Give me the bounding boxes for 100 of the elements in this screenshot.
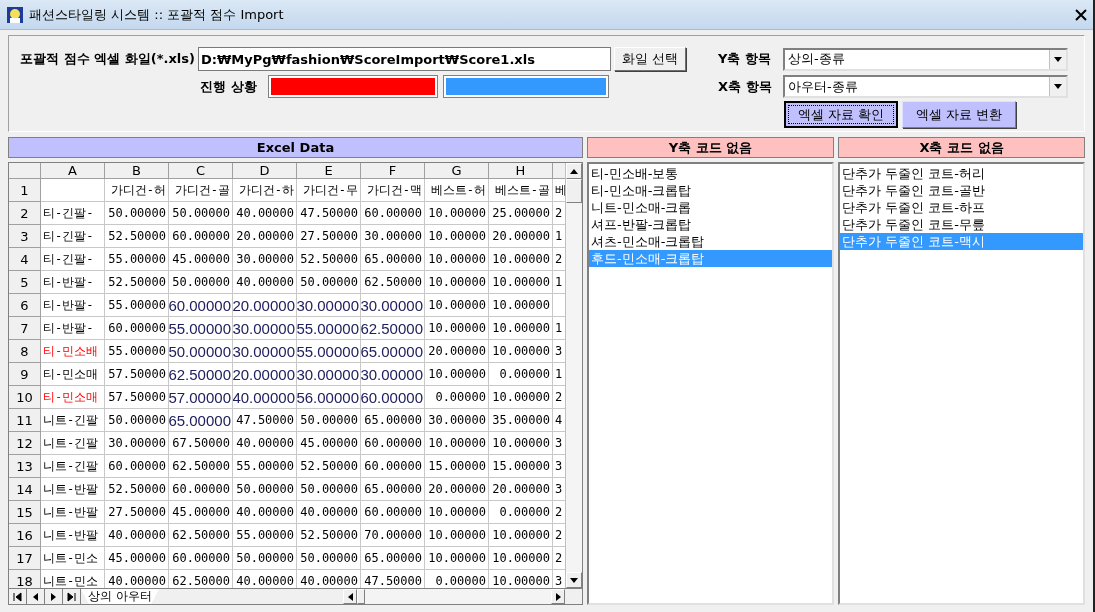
row-header: 2 bbox=[9, 202, 41, 225]
first-sheet-icon[interactable] bbox=[12, 591, 23, 602]
table-cell: 티-반팔- bbox=[41, 271, 105, 294]
list-item[interactable]: 단추가 두줄인 코트-허리 bbox=[840, 165, 1083, 182]
table-cell: 10.00000 bbox=[425, 547, 489, 570]
table-cell: 40.00000 bbox=[233, 202, 297, 225]
table-cell: 27.50000 bbox=[105, 501, 169, 524]
scroll-left-icon[interactable] bbox=[347, 592, 353, 601]
table-cell: 55.00000 bbox=[105, 294, 169, 317]
close-icon[interactable] bbox=[1075, 8, 1087, 21]
table-cell: 20.00000 bbox=[233, 225, 297, 248]
table-cell: 50.00000 bbox=[297, 478, 361, 501]
file-path-field[interactable]: D:₩MyPg₩fashion₩ScoreImport₩Score1.xls bbox=[198, 47, 611, 71]
table-cell: 니트-긴팔 bbox=[41, 409, 105, 432]
dropdown-field[interactable]: 상의-종류 bbox=[783, 47, 1068, 71]
table-cell: 10.00000 bbox=[425, 271, 489, 294]
table-cell: 52.50000 bbox=[297, 524, 361, 547]
scroll-thumb[interactable] bbox=[357, 589, 365, 604]
scrollbar[interactable] bbox=[565, 163, 582, 588]
table-cell: 62.50000 bbox=[169, 524, 233, 547]
row-header: 7 bbox=[9, 317, 41, 340]
table-cell: 30.00000 bbox=[297, 294, 361, 317]
row-header: 14 bbox=[9, 478, 41, 501]
table-cell: 10.00000 bbox=[489, 547, 553, 570]
table-cell: 0.00000 bbox=[425, 386, 489, 409]
table-cell: 45.00000 bbox=[297, 432, 361, 455]
table-cell: 65.00000 bbox=[361, 478, 425, 501]
caret-icon bbox=[1054, 84, 1062, 89]
table-cell: 25.00000 bbox=[489, 202, 553, 225]
table-cell: 30.00000 bbox=[233, 340, 297, 363]
table-cell: 60.00000 bbox=[169, 547, 233, 570]
table-cell: 60.00000 bbox=[169, 225, 233, 248]
row-header: 11 bbox=[9, 409, 41, 432]
table-cell: 티-민소매 bbox=[41, 386, 105, 409]
list-item[interactable]: 단추가 두줄인 코트-골반 bbox=[840, 182, 1083, 199]
table-cell: 55.00000 bbox=[233, 524, 297, 547]
list-item[interactable]: 티-민소매-크롭탑 bbox=[589, 182, 832, 199]
table-cell: 10.00000 bbox=[425, 432, 489, 455]
list-item[interactable]: 티-민소배-보통 bbox=[589, 165, 832, 182]
row-header: 8 bbox=[9, 340, 41, 363]
list-item[interactable]: 단추가 두줄인 코트-하프 bbox=[840, 199, 1083, 216]
table-cell: 40.00000 bbox=[105, 524, 169, 547]
dropdown-field[interactable]: 아우터-종류 bbox=[783, 75, 1068, 98]
table-cell: 62.50000 bbox=[361, 317, 425, 340]
table-cell: 30.00000 bbox=[361, 294, 425, 317]
action-button[interactable]: 엑셀 자료 변환 bbox=[902, 101, 1016, 128]
row-header: 3 bbox=[9, 225, 41, 248]
sheet-tab[interactable]: 상의 아우터 bbox=[81, 589, 159, 604]
table-cell: 55.00000 bbox=[233, 455, 297, 478]
column-header: A bbox=[41, 163, 105, 179]
table-cell bbox=[41, 179, 105, 202]
row-header: 17 bbox=[9, 547, 41, 570]
scroll-right-icon[interactable] bbox=[555, 592, 561, 601]
table-cell: 20.00000 bbox=[425, 340, 489, 363]
table-cell: 0.00000 bbox=[489, 501, 553, 524]
scroll-down-icon[interactable] bbox=[570, 577, 578, 583]
table-cell: 67.50000 bbox=[169, 432, 233, 455]
column-header: G bbox=[425, 163, 489, 179]
table-cell: 20.00000 bbox=[425, 478, 489, 501]
table-cell: 40.00000 bbox=[233, 386, 297, 409]
table-cell: 30.00000 bbox=[361, 363, 425, 386]
table-cell: 55.00000 bbox=[297, 340, 361, 363]
row-header: 9 bbox=[9, 363, 41, 386]
list-item[interactable]: 니트-민소매-크롭 bbox=[589, 199, 832, 216]
table-cell: 60.00000 bbox=[169, 478, 233, 501]
table-cell: 50.00000 bbox=[297, 409, 361, 432]
column-header: D bbox=[233, 163, 297, 179]
table-cell: 베스트-골 bbox=[489, 179, 553, 202]
table-cell: 50.00000 bbox=[105, 409, 169, 432]
last-sheet-icon[interactable] bbox=[66, 591, 77, 602]
scroll-up-icon[interactable] bbox=[570, 168, 578, 174]
table-cell: 62.50000 bbox=[361, 271, 425, 294]
table-cell: 65.00000 bbox=[361, 409, 425, 432]
horizontal-scrollbar[interactable] bbox=[343, 589, 565, 604]
table-cell: 10.00000 bbox=[489, 340, 553, 363]
file-select-button[interactable]: 화일 선택 bbox=[614, 47, 686, 71]
table-cell: 니트-반팔 bbox=[41, 478, 105, 501]
list-item[interactable]: 셔츠-민소매-크롭탑 bbox=[589, 233, 832, 250]
table-cell: 15.00000 bbox=[489, 455, 553, 478]
scroll-thumb[interactable] bbox=[566, 179, 582, 203]
table-cell: 35.00000 bbox=[489, 409, 553, 432]
app-icon bbox=[6, 5, 24, 24]
action-button[interactable]: 엑셀 자료 확인 bbox=[784, 101, 898, 128]
table-cell: 10.00000 bbox=[489, 271, 553, 294]
column-header bbox=[553, 163, 565, 179]
table-cell: 45.00000 bbox=[105, 547, 169, 570]
table-cell: 30.00000 bbox=[425, 409, 489, 432]
list-item[interactable]: 셔프-반팔-크롭탑 bbox=[589, 216, 832, 233]
table-cell: 60.00000 bbox=[105, 455, 169, 478]
table-cell: 가디건-무 bbox=[297, 179, 361, 202]
table-cell: 45.00000 bbox=[169, 248, 233, 271]
progress-label: 진행 상황 bbox=[199, 77, 257, 96]
column-header: C bbox=[169, 163, 233, 179]
column-header: E bbox=[297, 163, 361, 179]
table-cell: 10.00000 bbox=[489, 432, 553, 455]
list-item[interactable]: 단추가 두줄인 코트-무릎 bbox=[840, 216, 1083, 233]
table-cell: 티-긴팔- bbox=[41, 248, 105, 271]
row-header: 1 bbox=[9, 179, 41, 202]
table-cell: 티-민소매 bbox=[41, 363, 105, 386]
table-cell: 10.00000 bbox=[489, 248, 553, 271]
